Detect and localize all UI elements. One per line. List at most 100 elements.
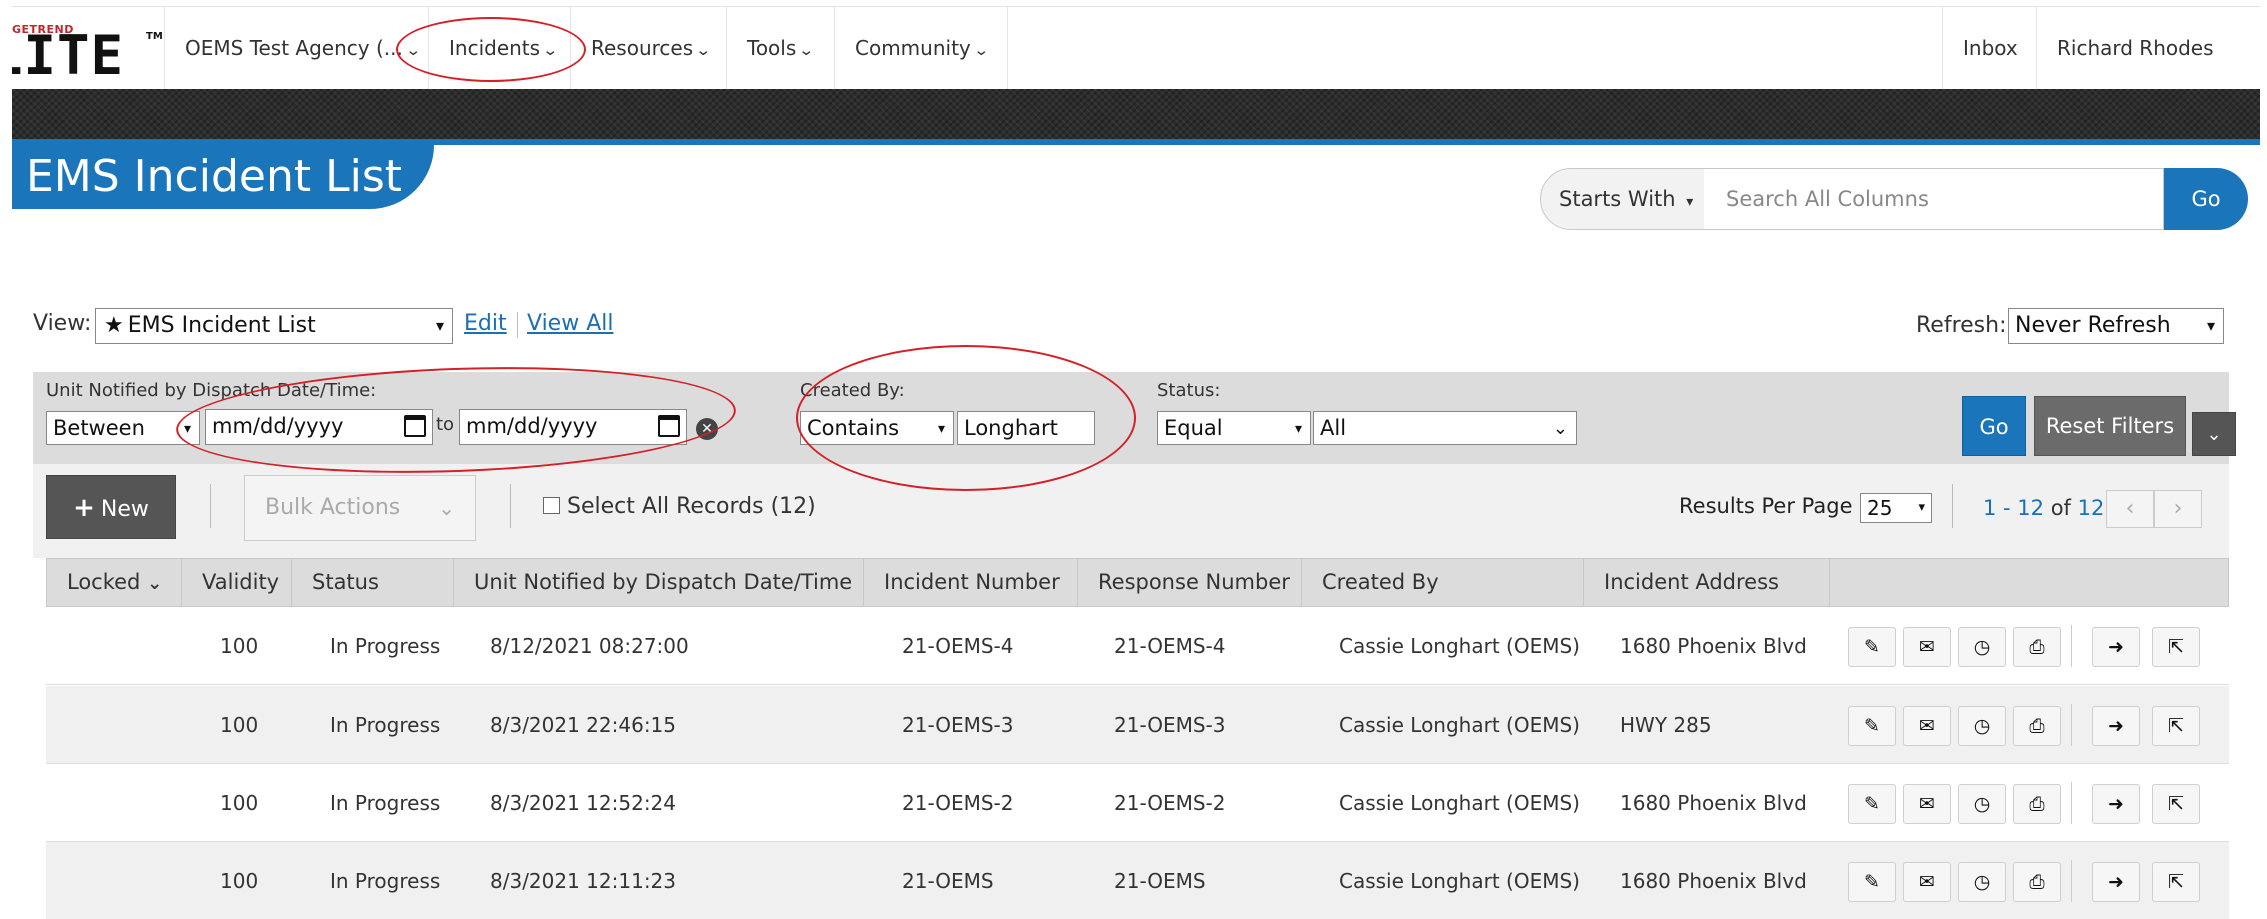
table-row[interactable]: 100 In Progress 8/3/2021 12:52:24 21-OEM… [46,764,2229,842]
view-select[interactable]: ★ EMS Incident List ▾ [95,308,453,344]
chevron-down-icon: ⌄ [147,573,163,594]
date-operator-select[interactable]: Between ▾ [46,411,200,445]
nav-incidents[interactable]: Incidents ⌄ [428,7,577,90]
col-header-incident-address[interactable]: Incident Address [1584,559,1830,606]
results-per-page-label: Results Per Page [1679,494,1853,518]
cell-response-number: 21-OEMS-3 [1114,713,1226,737]
table-row[interactable]: 100 In Progress 8/3/2021 12:11:23 21-OEM… [46,842,2229,919]
external-link-icon[interactable]: ⇱ [2152,706,2200,746]
table-row[interactable]: 100 In Progress 8/12/2021 08:27:00 21-OE… [46,607,2229,685]
clock-icon[interactable]: ◷ [1958,784,2006,824]
reset-filters-button[interactable]: Reset Filters [2034,396,2186,456]
table-header: Locked ⌄ Validity Status Unit Notified b… [46,558,2229,607]
paperclip-icon[interactable]: ✎ [1848,784,1896,824]
cell-validity: 100 [220,791,259,815]
col-header-response-number[interactable]: Response Number [1078,559,1302,606]
envelope-icon[interactable]: ✉ [1903,784,1951,824]
cell-incident-number: 21-OEMS-4 [902,634,1014,658]
arrow-right-icon[interactable]: ➜ [2092,706,2140,746]
prev-page-button[interactable]: ‹ [2106,490,2154,528]
col-header-incident-number[interactable]: Incident Number [864,559,1078,606]
cell-validity: 100 [220,634,259,658]
nav-tools[interactable]: Tools ⌄ [726,7,833,90]
cell-incident-address: HWY 285 [1620,713,1712,737]
search-mode-select[interactable]: Starts With ▾ [1540,168,1705,230]
view-selected-label: EMS Incident List [127,313,316,338]
cell-status: In Progress [330,791,441,815]
row-action-divider [2071,704,2072,746]
arrow-right-icon[interactable]: ➜ [2092,627,2140,667]
clear-date-icon[interactable]: ✕ [696,418,718,440]
col-header-created-by[interactable]: Created By [1302,559,1584,606]
chevron-down-icon: ⌄ [1552,418,1568,439]
chevron-down-icon: ▾ [1686,194,1694,210]
nav-inbox[interactable]: Inbox [1942,7,2038,90]
cell-response-number: 21-OEMS [1114,869,1206,893]
calendar-icon[interactable] [404,415,426,437]
results-per-page-select[interactable]: 25 ▾ [1860,493,1932,523]
refresh-select[interactable]: Never Refresh ▾ [2008,308,2224,344]
clock-icon[interactable]: ◷ [1958,627,2006,667]
nav-agency[interactable]: OEMS Test Agency (... ⌄ [164,7,439,90]
nav-resources-label: Resources [591,36,694,60]
nav-resources[interactable]: Resources ⌄ [570,7,730,90]
nav-community[interactable]: Community ⌄ [834,7,1009,90]
app-logo[interactable]: GETREND LITE TM [12,7,164,90]
more-filters-button[interactable]: ⌄ [2192,412,2236,456]
status-value-select[interactable]: All ⌄ [1313,411,1577,445]
table-row[interactable]: 100 In Progress 8/3/2021 22:46:15 21-OEM… [46,686,2229,764]
printer-icon[interactable]: ⎙ [2013,627,2061,667]
cell-incident-number: 21-OEMS [902,869,994,893]
view-all-link[interactable]: View All [527,311,613,336]
page-title: EMS Incident List [26,151,402,202]
chevron-down-icon: ⌄ [972,41,990,59]
envelope-icon[interactable]: ✉ [1903,862,1951,902]
paperclip-icon[interactable]: ✎ [1848,627,1896,667]
created-by-input[interactable]: Longhart [957,411,1095,445]
new-button[interactable]: + New [46,475,176,539]
envelope-icon[interactable]: ✉ [1903,627,1951,667]
arrow-right-icon[interactable]: ➜ [2092,784,2140,824]
date-to-input[interactable]: mm/dd/yyyy [459,409,687,445]
clock-icon[interactable]: ◷ [1958,862,2006,902]
date-to-placeholder: mm/dd/yyyy [466,414,598,438]
date-from-input[interactable]: mm/dd/yyyy [205,409,433,445]
printer-icon[interactable]: ⎙ [2013,862,2061,902]
cell-status: In Progress [330,869,441,893]
nav-user-menu[interactable]: Richard Rhodes [2036,7,2234,90]
envelope-icon[interactable]: ✉ [1903,706,1951,746]
col-header-locked[interactable]: Locked ⌄ [47,559,182,606]
col-header-dispatch-time[interactable]: Unit Notified by Dispatch Date/Time [454,559,864,606]
calendar-icon[interactable] [658,415,680,437]
printer-icon[interactable]: ⎙ [2013,784,2061,824]
paperclip-icon[interactable]: ✎ [1848,862,1896,902]
cell-created-by: Cassie Longhart (OEMS) [1339,713,1580,737]
select-all-checkbox[interactable] [543,497,560,514]
paperclip-icon[interactable]: ✎ [1848,706,1896,746]
cell-validity: 100 [220,869,259,893]
search-input[interactable] [1704,168,2164,230]
status-filter-label: Status: [1157,380,1221,401]
col-header-validity[interactable]: Validity [182,559,292,606]
external-link-icon[interactable]: ⇱ [2152,784,2200,824]
next-page-button[interactable]: › [2154,490,2202,528]
arrow-right-icon[interactable]: ➜ [2092,862,2140,902]
bulk-actions-button[interactable]: Bulk Actions ⌄ [244,475,476,541]
external-link-icon[interactable]: ⇱ [2152,862,2200,902]
external-link-icon[interactable]: ⇱ [2152,627,2200,667]
date-range-to-text: to [436,414,455,435]
pager-range: 1 - 12 [1983,496,2045,520]
created-by-operator-select[interactable]: Contains ▾ [800,411,954,445]
filter-go-button[interactable]: Go [1962,396,2026,456]
cell-dispatch-time: 8/3/2021 12:52:24 [490,791,677,815]
nav-community-label: Community [855,36,971,60]
search-go-button[interactable]: Go [2164,168,2248,230]
chevron-down-icon: ▾ [435,316,444,335]
status-operator-select[interactable]: Equal ▾ [1157,411,1311,445]
col-header-status[interactable]: Status [292,559,454,606]
cell-incident-address: 1680 Phoenix Blvd [1620,634,1807,658]
clock-icon[interactable]: ◷ [1958,706,2006,746]
view-edit-link[interactable]: Edit [464,311,507,336]
printer-icon[interactable]: ⎙ [2013,706,2061,746]
chevron-down-icon: ⌄ [438,496,455,520]
